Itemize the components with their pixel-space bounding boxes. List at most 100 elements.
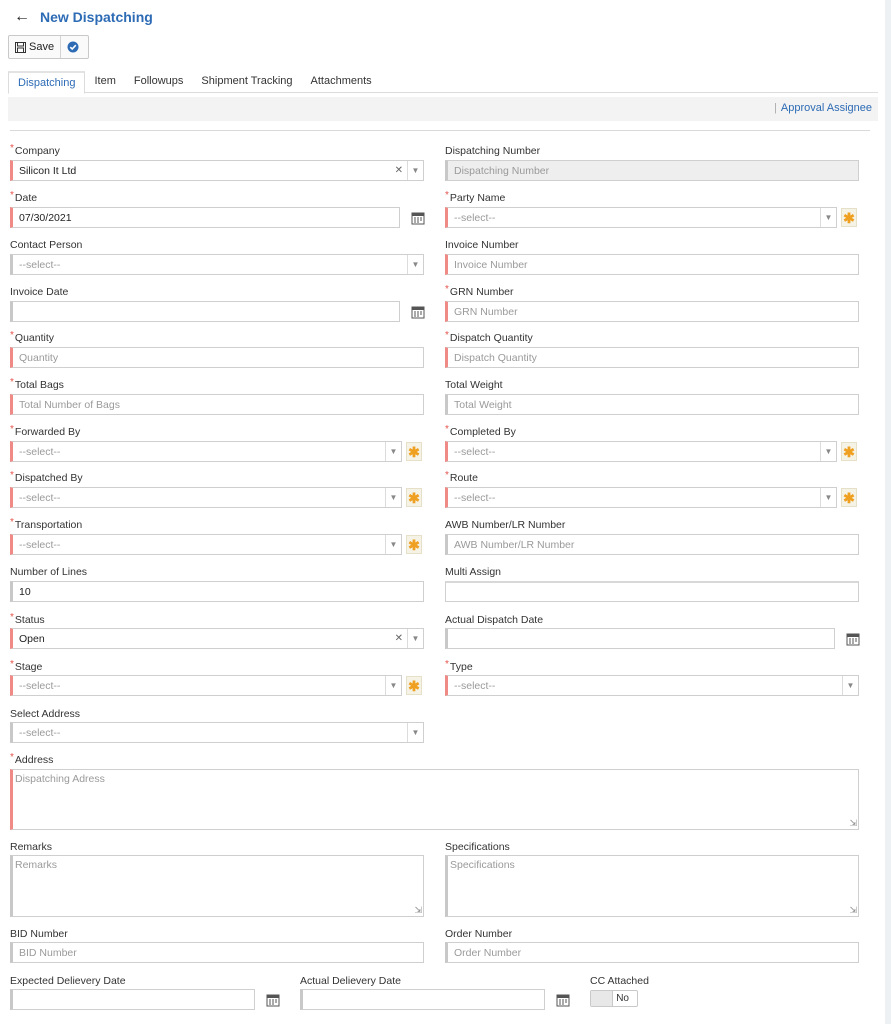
tab-attachments[interactable]: Attachments <box>302 71 381 93</box>
contact-person-select[interactable]: --select-- ▼ <box>10 254 424 275</box>
save-label: Save <box>29 41 55 53</box>
chevron-down-icon[interactable]: ▼ <box>407 629 423 648</box>
party-name-select[interactable]: --select-- ▼ <box>445 207 837 228</box>
check-circle-icon <box>67 41 79 53</box>
stage-label: *Stage <box>10 659 43 673</box>
tab-shipment-tracking[interactable]: Shipment Tracking <box>192 71 301 93</box>
chevron-down-icon[interactable]: ▼ <box>842 676 858 695</box>
clear-x-icon[interactable]: ✕ <box>395 165 403 176</box>
asterisk-add-icon[interactable]: ✱ <box>841 208 857 227</box>
asterisk-add-icon[interactable]: ✱ <box>406 442 422 461</box>
asterisk-add-icon[interactable]: ✱ <box>406 488 422 507</box>
total-bags-label: *Total Bags <box>10 377 64 391</box>
company-label: *Company <box>10 143 60 157</box>
resize-grip-icon[interactable]: ⇲ <box>414 905 422 916</box>
invoice-date-label: Invoice Date <box>10 286 69 298</box>
toolbar: Save <box>8 35 90 59</box>
page-header: ← New Dispatching <box>14 6 153 28</box>
bid-number-field[interactable]: BID Number <box>10 942 424 963</box>
total-weight-label: Total Weight <box>445 379 503 391</box>
asterisk-add-icon[interactable]: ✱ <box>406 676 422 695</box>
chevron-down-icon[interactable]: ▼ <box>407 161 423 180</box>
remarks-textarea[interactable]: Remarks ⇲ <box>10 855 424 917</box>
expected-delivery-date-field[interactable] <box>10 989 255 1010</box>
number-of-lines-label: Number of Lines <box>10 566 88 578</box>
company-select[interactable]: Silicon It Ltd ✕ ▼ <box>10 160 424 181</box>
total-weight-field[interactable]: Total Weight <box>445 394 859 415</box>
actual-dispatch-date-label: Actual Dispatch Date <box>445 614 544 626</box>
chevron-down-icon[interactable]: ▼ <box>820 208 836 227</box>
transportation-label: *Transportation <box>10 517 83 531</box>
total-bags-field[interactable]: Total Number of Bags <box>10 394 424 415</box>
order-number-field[interactable]: Order Number <box>445 942 859 963</box>
awb-number-field[interactable]: AWB Number/LR Number <box>445 534 859 555</box>
multi-assign-field[interactable] <box>445 581 859 602</box>
status-label: *Status <box>10 612 45 626</box>
asterisk-add-icon[interactable]: ✱ <box>406 535 422 554</box>
cc-attached-label: CC Attached <box>590 975 649 987</box>
address-textarea[interactable]: Dispatching Adress ⇲ <box>10 769 859 830</box>
calendar-icon[interactable] <box>266 993 280 1007</box>
dispatch-quantity-label: *Dispatch Quantity <box>445 330 533 344</box>
resize-grip-icon[interactable]: ⇲ <box>849 818 857 829</box>
clear-x-icon[interactable]: ✕ <box>395 633 403 644</box>
approval-assignee-link[interactable]: Approval Assignee <box>781 102 872 114</box>
asterisk-add-icon[interactable]: ✱ <box>841 488 857 507</box>
chevron-down-icon[interactable]: ▼ <box>385 488 401 507</box>
dispatching-number-field: Dispatching Number <box>445 160 859 181</box>
invoice-number-field[interactable]: Invoice Number <box>445 254 859 275</box>
resize-grip-icon[interactable]: ⇲ <box>849 905 857 916</box>
submit-button[interactable] <box>61 36 88 58</box>
grn-number-field[interactable]: GRN Number <box>445 301 859 322</box>
page-title: New Dispatching <box>40 9 153 25</box>
date-field[interactable]: 07/30/2021 <box>10 207 400 228</box>
completed-by-select[interactable]: --select-- ▼ <box>445 441 837 462</box>
calendar-icon[interactable] <box>556 993 570 1007</box>
invoice-date-field[interactable] <box>10 301 400 322</box>
actual-delivery-date-field[interactable] <box>300 989 545 1010</box>
chevron-down-icon[interactable]: ▼ <box>820 442 836 461</box>
chevron-down-icon[interactable]: ▼ <box>820 488 836 507</box>
calendar-icon[interactable] <box>411 211 425 225</box>
scrollbar-track[interactable] <box>885 0 891 1024</box>
chevron-down-icon[interactable]: ▼ <box>385 676 401 695</box>
party-name-label: *Party Name <box>445 190 506 204</box>
type-select[interactable]: --select-- ▼ <box>445 675 859 696</box>
tab-dispatching[interactable]: Dispatching <box>8 71 86 94</box>
actual-dispatch-date-field[interactable] <box>445 628 835 649</box>
dispatched-by-label: *Dispatched By <box>10 470 83 484</box>
toggle-knob <box>591 991 613 1006</box>
multi-assign-label: Multi Assign <box>445 566 502 578</box>
quantity-field[interactable]: Quantity <box>10 347 424 368</box>
stage-select[interactable]: --select-- ▼ <box>10 675 402 696</box>
calendar-icon[interactable] <box>411 305 425 319</box>
status-select[interactable]: Open ✕ ▼ <box>10 628 424 649</box>
cc-attached-toggle[interactable]: No <box>590 990 638 1007</box>
chevron-down-icon[interactable]: ▼ <box>407 723 423 742</box>
type-label: *Type <box>445 659 473 673</box>
save-button[interactable]: Save <box>9 36 62 58</box>
grn-number-label: *GRN Number <box>445 284 514 298</box>
arrow-left-icon[interactable]: ← <box>14 8 36 26</box>
tab-item[interactable]: Item <box>85 71 124 93</box>
asterisk-add-icon[interactable]: ✱ <box>841 442 857 461</box>
contact-person-label: Contact Person <box>10 239 83 251</box>
tab-followups[interactable]: Followups <box>125 71 193 93</box>
chevron-down-icon[interactable]: ▼ <box>407 255 423 274</box>
cc-attached-value: No <box>616 993 629 1004</box>
divider <box>10 130 870 131</box>
bid-number-label: BID Number <box>10 928 68 940</box>
select-address-select[interactable]: --select-- ▼ <box>10 722 424 743</box>
number-of-lines-field[interactable]: 10 <box>10 581 424 602</box>
transportation-select[interactable]: --select-- ▼ <box>10 534 402 555</box>
dispatch-quantity-field[interactable]: Dispatch Quantity <box>445 347 859 368</box>
dispatched-by-select[interactable]: --select-- ▼ <box>10 487 402 508</box>
chevron-down-icon[interactable]: ▼ <box>385 535 401 554</box>
chevron-down-icon[interactable]: ▼ <box>385 442 401 461</box>
forwarded-by-select[interactable]: --select-- ▼ <box>10 441 402 462</box>
actual-delivery-date-label: Actual Delievery Date <box>300 975 401 987</box>
calendar-icon[interactable] <box>846 632 860 646</box>
specifications-textarea[interactable]: Specifications ⇲ <box>445 855 859 917</box>
awb-number-label: AWB Number/LR Number <box>445 519 566 531</box>
route-select[interactable]: --select-- ▼ <box>445 487 837 508</box>
